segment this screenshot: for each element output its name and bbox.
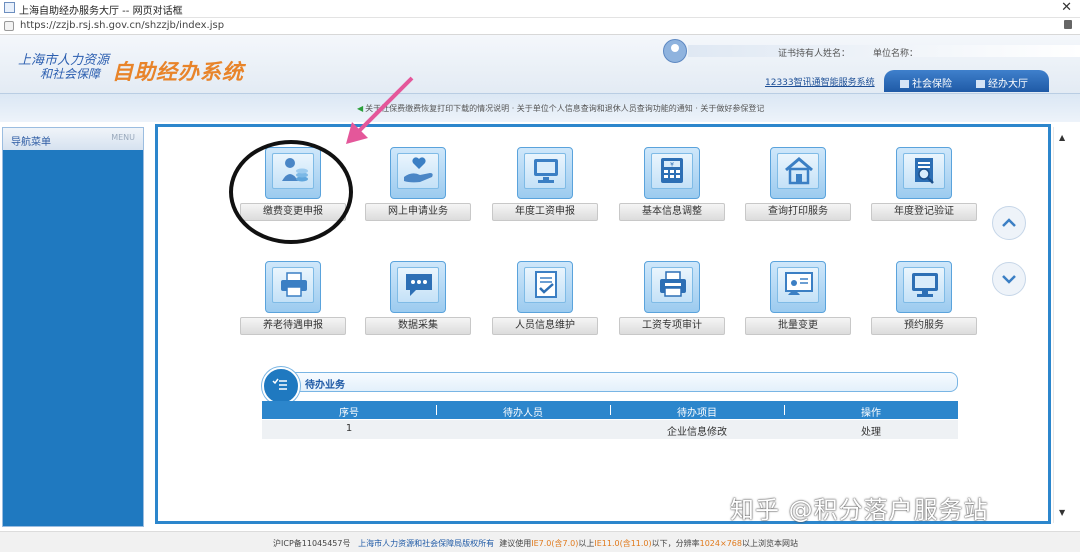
window-title: 上海自助经办服务大厅 -- 网页对话框 bbox=[19, 6, 183, 17]
tab-icon bbox=[900, 80, 909, 88]
service-data-collect[interactable]: 数据采集 bbox=[358, 261, 478, 341]
table-row: 1 企业信息修改 处理 bbox=[262, 420, 958, 439]
todo-title: 待办业务 bbox=[305, 380, 345, 391]
sidebar-title: 导航菜单 bbox=[11, 137, 51, 148]
lock-icon bbox=[1064, 20, 1072, 29]
service-annual-register[interactable]: 年度登记验证 bbox=[864, 147, 984, 227]
page-up-button[interactable] bbox=[992, 206, 1026, 240]
chat-bubble-icon bbox=[390, 261, 446, 313]
printer-icon bbox=[265, 261, 321, 313]
scroll-down-arrow-icon[interactable]: ▼ bbox=[1059, 508, 1065, 517]
todo-table-header: 序号 待办人员 待办项目 操作 bbox=[262, 401, 958, 419]
col-header: 待办项目 bbox=[677, 408, 717, 419]
service-label: 网上申请业务 bbox=[365, 203, 471, 221]
cell-no: 1 bbox=[345, 423, 353, 434]
scrollbar[interactable]: ▲ ▼ bbox=[1053, 127, 1076, 523]
sidebar-nav: 导航菜单 MENU bbox=[2, 127, 144, 527]
service-personnel-info[interactable]: 人员信息维护 bbox=[485, 261, 605, 341]
annotation-arrow-icon bbox=[346, 76, 414, 144]
page-icon bbox=[4, 2, 15, 13]
address-bar: https://zzjb.rsj.sh.gov.cn/shzzjb/index.… bbox=[0, 18, 1080, 35]
service-label: 查询打印服务 bbox=[745, 203, 851, 221]
document-search-icon bbox=[896, 147, 952, 199]
window-titlebar: 上海自助经办服务大厅 -- 网页对话框 ✕ bbox=[0, 0, 1080, 18]
chevron-up-icon bbox=[1002, 218, 1016, 227]
todo-list-icon bbox=[262, 367, 300, 405]
col-header: 操作 bbox=[861, 408, 881, 419]
service-batch-change[interactable]: 批量变更 bbox=[738, 261, 858, 341]
service-salary-audit[interactable]: 工资专项审计 bbox=[612, 261, 732, 341]
service-label: 数据采集 bbox=[365, 317, 471, 335]
url-text[interactable]: https://zzjb.rsj.sh.gov.cn/shzzjb/index.… bbox=[20, 20, 224, 31]
tab-label: 经办大厅 bbox=[988, 79, 1028, 90]
footer-text: 沪ICP备11045457号 上海市人力资源和社会保障局版权所有 建议使用IE7… bbox=[273, 539, 798, 548]
monitor-icon bbox=[517, 147, 573, 199]
desktop-icon bbox=[896, 261, 952, 313]
service-online-apply[interactable]: 网上申请业务 bbox=[358, 147, 478, 227]
service-label: 年度工资申报 bbox=[492, 203, 598, 221]
col-header: 待办人员 bbox=[503, 408, 543, 419]
annotation-circle bbox=[229, 140, 353, 244]
yen-calculator-icon: ¥ bbox=[644, 147, 700, 199]
site-header: 上海市人力资源 和社会保障 自助经办系统 证书持有人姓名： 单位名称： 1233… bbox=[0, 35, 1080, 94]
service-label: 工资专项审计 bbox=[619, 317, 725, 335]
sidebar-menu-tag: MENU bbox=[111, 133, 135, 142]
hand-heart-icon bbox=[390, 147, 446, 199]
service-label: 养老待遇申报 bbox=[240, 317, 346, 335]
logo-system-name: 自助经办系统 bbox=[112, 60, 244, 84]
header-tabs: 社会保险 经办大厅 bbox=[884, 70, 1049, 92]
todo-header: 待办业务 bbox=[266, 372, 958, 392]
page-down-button[interactable] bbox=[992, 262, 1026, 296]
close-icon[interactable]: ✕ bbox=[1061, 0, 1072, 15]
unit-label: 单位名称： bbox=[873, 49, 919, 59]
scroll-up-arrow-icon[interactable]: ▲ bbox=[1059, 133, 1065, 142]
checklist-document-icon bbox=[517, 261, 573, 313]
service-label: 批量变更 bbox=[745, 317, 851, 335]
process-link[interactable]: 处理 bbox=[784, 423, 958, 438]
service-label: 人员信息维护 bbox=[492, 317, 598, 335]
tab-service-hall[interactable]: 经办大厅 bbox=[976, 75, 1028, 90]
col-header: 序号 bbox=[339, 408, 359, 419]
watermark-text: 知乎 @积分落户服务站 bbox=[730, 496, 989, 524]
fax-icon bbox=[644, 261, 700, 313]
service-annual-salary[interactable]: 年度工资申报 bbox=[485, 147, 605, 227]
chevron-down-icon bbox=[1002, 275, 1016, 284]
service-query-print[interactable]: 查询打印服务 bbox=[738, 147, 858, 227]
notice-bar: ◀ 关于社保费缴费恢复打印下载的情况说明 · 关于单位个人信息查询和退休人员查询功… bbox=[0, 94, 1080, 122]
holder-label: 证书持有人姓名： bbox=[778, 49, 851, 59]
svg-text:¥: ¥ bbox=[670, 162, 674, 169]
page-footer: 沪ICP备11045457号 上海市人力资源和社会保障局版权所有 建议使用IE7… bbox=[0, 531, 1080, 552]
tab-social-insurance[interactable]: 社会保险 bbox=[900, 75, 952, 90]
sidebar-header: 导航菜单 MENU bbox=[3, 128, 143, 150]
user-avatar-icon bbox=[663, 39, 687, 63]
house-icon bbox=[770, 147, 826, 199]
service-pension[interactable]: 养老待遇申报 bbox=[233, 261, 353, 341]
service-label: 预约服务 bbox=[871, 317, 977, 335]
service-basic-info[interactable]: ¥ 基本信息调整 bbox=[612, 147, 732, 227]
service-appointment[interactable]: 预约服务 bbox=[864, 261, 984, 341]
service-label: 年度登记验证 bbox=[871, 203, 977, 221]
presentation-icon bbox=[770, 261, 826, 313]
logo-line2: 和社会保障 bbox=[40, 67, 101, 81]
service-label: 基本信息调整 bbox=[619, 203, 725, 221]
smart-service-link[interactable]: 12333智讯通智能服务系统 bbox=[765, 75, 875, 88]
cell-item: 企业信息修改 bbox=[667, 427, 727, 438]
site-icon bbox=[4, 21, 14, 31]
tab-label: 社会保险 bbox=[912, 79, 952, 90]
tab-icon bbox=[976, 80, 985, 88]
